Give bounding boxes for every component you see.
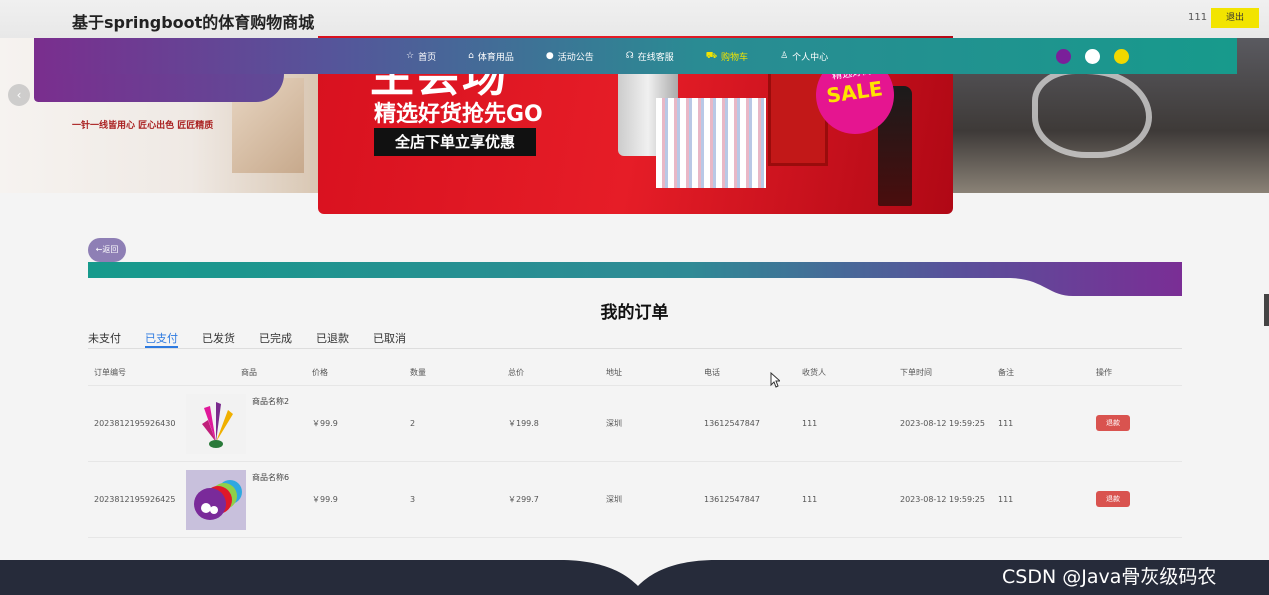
nav-item-label: 在线客服 — [637, 52, 674, 63]
column-header: 下单时间 — [894, 360, 992, 386]
table-header-row: 订单编号 商品 价格 数量 总价 地址 电话 收货人 下单时间 备注 操作 — [88, 360, 1182, 386]
cell-order-no: 2023812195926425 — [88, 461, 186, 538]
nav-item-label: 活动公告 — [557, 52, 594, 63]
orders-table: 订单编号 商品 价格 数量 总价 地址 电话 收货人 下单时间 备注 操作 202381219592… — [88, 360, 1182, 538]
column-header: 操作 — [1090, 360, 1182, 386]
table-row: 2023812195926425 商品名称6 ￥99.9 3 ￥299.7 深圳 13612… — [88, 461, 1182, 538]
bag-icon: ⌂ — [468, 51, 474, 61]
cell-remark: 111 — [992, 461, 1090, 538]
refund-button[interactable]: 退款 — [1096, 415, 1130, 431]
cell-order-no: 2023812195926430 — [88, 385, 186, 462]
banner-subtitle: 精选好货抢先GO — [374, 102, 543, 127]
order-status-tabs: 未支付 已支付 已发货 已完成 已退款 已取消 — [88, 330, 1182, 349]
cell-price: ￥99.9 — [306, 385, 404, 462]
logout-button[interactable]: 退出 — [1211, 8, 1259, 28]
tab-2[interactable]: 已发货 — [202, 330, 235, 348]
tab-0[interactable]: 未支付 — [88, 330, 121, 348]
cell-qty: 3 — [404, 461, 502, 538]
table-body: 2023812195926430 商品名称2 ￥99.9 2 ￥199.8 深圳 13612… — [88, 385, 1182, 538]
star-icon: ☆ — [406, 51, 415, 61]
site-title: 基于springboot的体育购物商城 — [72, 13, 315, 32]
cell-remark: 111 — [992, 385, 1090, 462]
username-label[interactable]: 111 — [1188, 12, 1207, 23]
goods-cell: 商品名称2 — [186, 385, 306, 462]
info-icon: ● — [545, 51, 554, 61]
theme-color-purple[interactable] — [1056, 49, 1071, 64]
cart-icon: ⛟ — [705, 50, 718, 61]
carousel-prev-arrow-icon[interactable]: ‹ — [8, 84, 30, 106]
action-cell: 退款 — [1090, 461, 1182, 538]
scrollbar-thumb[interactable] — [1264, 294, 1269, 326]
tab-5[interactable]: 已取消 — [373, 330, 406, 348]
cell-address: 深圳 — [600, 385, 698, 462]
main-nav: ☆ 首页 ⌂ 体育用品 ● 活动公告 ☊ 在线客服 ⛟ 购物车 ♙ 个人中心 — [34, 38, 1237, 74]
cell-receiver: 111 — [796, 461, 894, 538]
cell-qty: 2 — [404, 385, 502, 462]
goods-name[interactable]: 商品名称6 — [252, 472, 289, 483]
page-title: 我的订单 — [600, 303, 669, 323]
cell-phone: 13612547847 — [698, 385, 796, 462]
nav-decoration — [34, 74, 284, 102]
nav-cart[interactable]: ⛟ 购物车 — [706, 50, 748, 63]
theme-color-white[interactable] — [1085, 49, 1100, 64]
column-header: 总价 — [502, 360, 600, 386]
user-icon: ♙ — [780, 51, 789, 61]
nav-announcements[interactable]: ● 活动公告 — [546, 50, 594, 63]
tab-1[interactable]: 已支付 — [145, 330, 178, 348]
theme-color-yellow[interactable] — [1114, 49, 1129, 64]
cell-receiver: 111 — [796, 385, 894, 462]
back-button[interactable]: ←返回 — [88, 238, 126, 262]
column-header: 电话 — [698, 360, 796, 386]
nav-item-label: 首页 — [418, 52, 437, 63]
cell-address: 深圳 — [600, 461, 698, 538]
nav-sports-goods[interactable]: ⌂ 体育用品 — [468, 50, 514, 63]
mall-neon-sculpture-image — [1032, 68, 1152, 158]
cell-phone: 13612547847 — [698, 461, 796, 538]
decorative-gradient-band — [88, 262, 1182, 296]
nav-profile[interactable]: ♙ 个人中心 — [780, 50, 828, 63]
nav-items: ☆ 首页 ⌂ 体育用品 ● 活动公告 ☊ 在线客服 ⛟ 购物车 ♙ 个人中心 — [406, 38, 860, 74]
cell-price: ￥99.9 — [306, 461, 404, 538]
top-bar: 基于springboot的体育购物商城 111 退出 — [0, 0, 1269, 38]
column-header: 备注 — [992, 360, 1090, 386]
action-cell: 退款 — [1090, 385, 1182, 462]
goods-name[interactable]: 商品名称2 — [252, 396, 289, 407]
tab-4[interactable]: 已退款 — [316, 330, 349, 348]
column-header: 收货人 — [796, 360, 894, 386]
column-header: 数量 — [404, 360, 502, 386]
nav-online-service[interactable]: ☊ 在线客服 — [626, 50, 674, 63]
cell-time: 2023-08-12 19:59:25 — [894, 461, 992, 538]
nav-item-label: 购物车 — [721, 52, 749, 63]
column-header: 订单编号 — [88, 360, 186, 386]
cell-total: ￥299.7 — [502, 461, 600, 538]
csdn-watermark: CSDN @Java骨灰级码农 — [1002, 566, 1217, 588]
banner-tagline: 全店下单立享优惠 — [374, 128, 536, 156]
goods-cell: 商品名称6 — [186, 461, 306, 538]
nav-item-label: 个人中心 — [792, 52, 829, 63]
tab-3[interactable]: 已完成 — [259, 330, 292, 348]
column-header: 地址 — [600, 360, 698, 386]
column-header: 商品 — [186, 360, 306, 386]
nav-item-label: 体育用品 — [477, 52, 514, 63]
cell-total: ￥199.8 — [502, 385, 600, 462]
banner-giftbox-image — [656, 98, 766, 188]
column-header: 价格 — [306, 360, 404, 386]
goods-thumbnail[interactable] — [186, 469, 246, 530]
refund-button[interactable]: 退款 — [1096, 491, 1130, 507]
table-row: 2023812195926430 商品名称2 ￥99.9 2 ￥199.8 深圳 13612… — [88, 385, 1182, 462]
headset-icon: ☊ — [625, 51, 634, 61]
goods-thumbnail[interactable] — [186, 393, 246, 454]
banner-left-slogan: 一针一线皆用心 匠心出色 匠匠精质 — [72, 121, 214, 131]
cell-time: 2023-08-12 19:59:25 — [894, 385, 992, 462]
mouse-cursor-icon — [770, 372, 780, 388]
nav-home[interactable]: ☆ 首页 — [406, 50, 436, 63]
